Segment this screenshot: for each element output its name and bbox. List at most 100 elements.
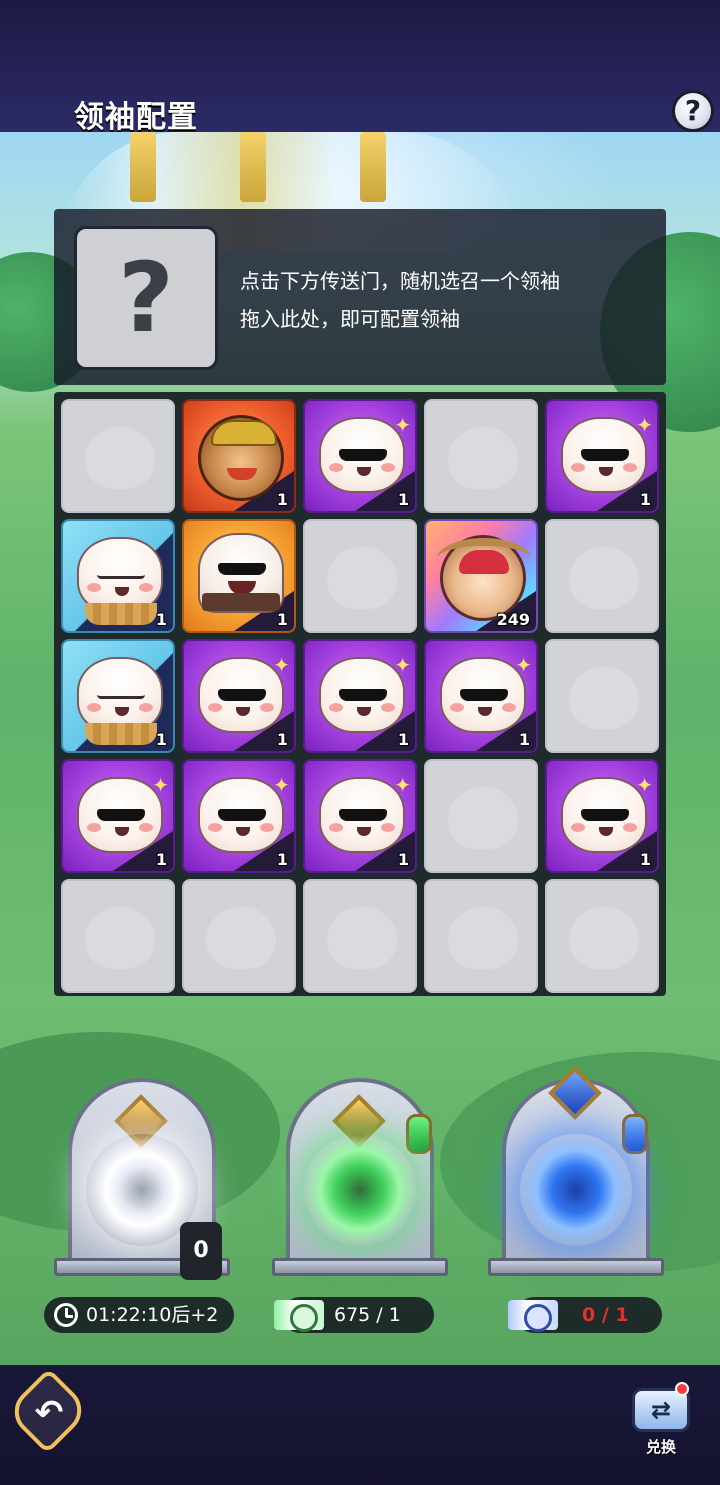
hint-line-1: 点击下方传送门，随机选召一个领袖: [240, 269, 560, 293]
bun-hero-icon: [198, 533, 284, 613]
grid-cell-empty[interactable]: [545, 639, 659, 753]
blush-r-part: [623, 463, 637, 472]
timer-pill: 01:22:10后+2: [44, 1297, 234, 1333]
glasses-part: [581, 449, 629, 461]
blush-l-part: [208, 823, 222, 832]
blush-l-part: [87, 823, 101, 832]
grid-cell-empty[interactable]: [424, 879, 538, 993]
exchange-label: 兑换: [645, 1438, 676, 1456]
glasses-part: [339, 809, 387, 821]
blush-r-part: [260, 703, 274, 712]
bun-character-icon: ✦: [198, 653, 290, 733]
bun-character-icon: ✦: [198, 773, 290, 853]
leader-hint-text: 点击下方传送门，随机选召一个领袖 拖入此处，即可配置领袖: [240, 262, 650, 338]
mouth-part: [236, 707, 250, 716]
glasses-part: [97, 693, 145, 699]
back-arrow-icon[interactable]: ↶: [26, 1390, 72, 1436]
blush-r-part: [139, 703, 153, 712]
sparkle-icon: ✦: [394, 653, 411, 677]
castle-pillar: [240, 132, 266, 202]
cupcake-bun-icon: [77, 657, 163, 745]
grid-cell-empty[interactable]: [61, 399, 175, 513]
grid-cell-empty[interactable]: [424, 759, 538, 873]
grid-cell-bun[interactable]: ✦ 1: [303, 759, 417, 873]
grid-cell-bun-cupcake[interactable]: 1: [61, 519, 175, 633]
grid-cell-empty[interactable]: [303, 879, 417, 993]
blush-l-part: [208, 703, 222, 712]
blue-swirl-icon: [520, 1134, 632, 1246]
grid-cell-bun[interactable]: ✦ 1: [545, 399, 659, 513]
green-swirl-icon: [304, 1134, 416, 1246]
portal-base: [272, 1258, 448, 1276]
blush-r-part: [139, 823, 153, 832]
grid-cell-bun[interactable]: ✦ 1: [545, 759, 659, 873]
unit-count: 1: [276, 610, 288, 629]
mouth-part: [357, 827, 371, 836]
sparkle-icon: ✦: [515, 653, 532, 677]
unit-count: 1: [155, 610, 167, 629]
grid-cell-hero-monkey[interactable]: 1: [182, 399, 296, 513]
blush-l-part: [329, 463, 343, 472]
grid-cell-empty[interactable]: [182, 879, 296, 993]
green-ticket-count: 675 / 1: [334, 1304, 401, 1326]
unit-count: 249: [496, 610, 530, 629]
blush-l-part: [87, 703, 101, 712]
grid-cell-hero-dragon[interactable]: 249: [424, 519, 538, 633]
mouth-part: [599, 467, 613, 476]
glasses-part: [218, 689, 266, 701]
portal-green[interactable]: [272, 1068, 448, 1280]
grid-cell-empty[interactable]: [545, 879, 659, 993]
grid-cell-hero-bun-box[interactable]: 1: [182, 519, 296, 633]
grid-cell-bun-cupcake[interactable]: 1: [61, 639, 175, 753]
bun-character-icon: ✦: [561, 413, 653, 493]
unit-count: 1: [639, 850, 651, 869]
unit-count: 1: [397, 850, 409, 869]
grid-cell-bun[interactable]: ✦ 1: [303, 639, 417, 753]
sparkle-icon: ✦: [394, 413, 411, 437]
grid-cell-empty[interactable]: [303, 519, 417, 633]
unit-count: 1: [518, 730, 530, 749]
mouth-part: [115, 827, 129, 836]
grid-cell-empty[interactable]: [61, 879, 175, 993]
hero-monkey-icon: [198, 415, 284, 501]
portal-blue[interactable]: [488, 1066, 664, 1280]
mouth-part: [115, 707, 129, 716]
grid-cell-empty[interactable]: [424, 399, 538, 513]
clock-icon: [54, 1303, 78, 1327]
grid-cell-bun[interactable]: ✦ 1: [61, 759, 175, 873]
blush-r-part: [139, 583, 153, 592]
grid-cell-bun[interactable]: ✦ 1: [424, 639, 538, 753]
mouth-part: [357, 707, 371, 716]
mouth-part: [478, 707, 492, 716]
blush-r-part: [260, 823, 274, 832]
glasses-part: [97, 809, 145, 821]
unit-count: 1: [276, 850, 288, 869]
glasses-part: [218, 809, 266, 821]
portal-count-badge: 0: [180, 1222, 222, 1280]
green-gem-icon: [406, 1114, 432, 1154]
help-button[interactable]: ?: [672, 90, 714, 132]
glasses-part: [339, 449, 387, 461]
unit-count: 1: [397, 730, 409, 749]
sparkle-icon: ✦: [636, 773, 653, 797]
bun-character-icon: ✦: [561, 773, 653, 853]
blue-gem-icon: [622, 1114, 648, 1154]
page-title: 领袖配置: [74, 100, 198, 135]
grid-cell-empty[interactable]: [545, 519, 659, 633]
leader-slot[interactable]: ?: [74, 226, 218, 370]
castle-pillar: [360, 132, 386, 202]
timer-text: 01:22:10后+2: [86, 1304, 219, 1326]
grid-cell-bun[interactable]: ✦ 1: [303, 399, 417, 513]
blush-r-part: [381, 463, 395, 472]
castle-pillar: [130, 132, 156, 202]
bun-character-icon: ✦: [319, 653, 411, 733]
sparkle-icon: ✦: [152, 773, 169, 797]
notification-dot: [675, 1382, 689, 1396]
mouth-part: [115, 587, 129, 596]
grid-cell-bun[interactable]: ✦ 1: [182, 759, 296, 873]
grid-cell-bun[interactable]: ✦ 1: [182, 639, 296, 753]
glasses-part: [581, 809, 629, 821]
sparkle-icon: ✦: [394, 773, 411, 797]
cupcake-bun-icon: [77, 537, 163, 625]
blush-l-part: [87, 583, 101, 592]
